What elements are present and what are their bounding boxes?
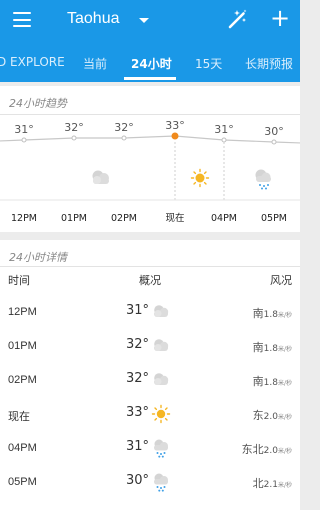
row-wind: 南1.8米/秒: [253, 339, 292, 355]
row-time: 12PM: [8, 306, 37, 318]
temp-point: [21, 137, 27, 143]
tab-15days[interactable]: 15天: [195, 55, 222, 72]
cloudy-icon: [151, 336, 171, 356]
wind-speed: 1.8: [263, 310, 278, 320]
table-row: 04PM 31° 东北2.0米/秒: [0, 434, 300, 468]
wind-unit: 米/秒: [277, 482, 292, 489]
wind-speed: 2.0: [263, 446, 278, 456]
wind-speed: 1.8: [263, 378, 278, 388]
temp-point: [271, 139, 277, 145]
detail-card: 24小时详情 时间 概况 风况 12PM 31° 南1.8米/秒 01PM 32° 南1.…: [0, 240, 300, 510]
tab-current[interactable]: 当前: [83, 55, 107, 72]
wind-direction: 东: [252, 409, 264, 422]
wind-unit: 米/秒: [277, 312, 292, 319]
row-temp: 31°: [125, 439, 149, 454]
temp-point: [221, 137, 227, 143]
row-wind: 南1.8米/秒: [253, 305, 292, 321]
sunny-icon: [190, 168, 210, 188]
temp-label: 30°: [264, 125, 284, 138]
rain-icon: [255, 169, 271, 190]
city-name[interactable]: Taohua: [67, 10, 120, 28]
header-time: 时间: [8, 274, 30, 287]
detail-title: 24小时详情: [9, 251, 67, 264]
wind-direction: 南: [252, 375, 264, 388]
app-bar: Taohua +: [0, 0, 300, 44]
cloudy-icon: [151, 302, 171, 322]
wind-speed: 2.1: [263, 480, 278, 490]
sunny-icon: [151, 404, 171, 424]
trend-card: 24小时趋势 31° 12PM 32° 01PM 32° 02PM 33° 现在…: [0, 86, 300, 232]
wind-direction: 东北: [241, 443, 264, 456]
row-time: 02PM: [8, 374, 37, 386]
time-label: 05PM: [261, 213, 287, 224]
header-wind: 风况: [270, 274, 292, 287]
temperature-line: [0, 135, 300, 144]
row-temp: 33°: [125, 405, 149, 420]
temp-point: [71, 135, 77, 141]
row-wind: 东2.0米/秒: [253, 407, 292, 423]
row-temp: 32°: [125, 337, 149, 352]
wind-direction: 南: [252, 341, 264, 354]
temp-point: [171, 132, 179, 140]
magic-wand-icon[interactable]: [226, 8, 248, 30]
rain-icon: [151, 472, 171, 492]
temp-label: 33°: [165, 119, 185, 132]
temp-point: [121, 135, 127, 141]
wind-direction: 北: [252, 477, 264, 490]
temp-label: 31°: [14, 123, 34, 136]
table-row: 01PM 32° 南1.8米/秒: [0, 332, 300, 366]
wind-unit: 米/秒: [277, 414, 292, 421]
header-condition: 概况: [139, 274, 161, 287]
time-label: 01PM: [61, 213, 87, 224]
active-tab-indicator: [124, 77, 176, 80]
cloudy-icon: [92, 170, 109, 184]
trend-chart: 31° 12PM 32° 01PM 32° 02PM 33° 现在 31° 04PM 30° 05PM: [0, 119, 300, 224]
row-temp: 30°: [125, 473, 149, 488]
wind-unit: 米/秒: [277, 448, 292, 455]
row-time: 现在: [8, 411, 30, 423]
wind-direction: 南: [252, 307, 264, 320]
row-temp: 32°: [125, 371, 149, 386]
row-time: 05PM: [8, 476, 37, 488]
time-label: 02PM: [111, 213, 137, 224]
temp-label: 32°: [64, 121, 84, 134]
wind-speed: 2.0: [263, 412, 278, 422]
row-wind: 南1.8米/秒: [253, 373, 292, 389]
time-label: 04PM: [211, 213, 237, 224]
wind-speed: 1.8: [263, 344, 278, 354]
row-time: 04PM: [8, 442, 37, 454]
wind-unit: 米/秒: [277, 346, 292, 353]
caret-down-icon[interactable]: [139, 18, 149, 23]
temp-label: 32°: [114, 121, 134, 134]
cloudy-icon: [151, 370, 171, 390]
table-row: 05PM 30° 北2.1米/秒: [0, 468, 300, 502]
plus-icon[interactable]: +: [270, 6, 290, 30]
row-wind: 北2.1米/秒: [253, 475, 292, 491]
row-time: 01PM: [8, 340, 37, 352]
row-wind: 东北2.0米/秒: [242, 441, 292, 457]
tab-24h[interactable]: 24小时: [131, 55, 172, 72]
time-label: 现在: [165, 212, 184, 224]
menu-icon[interactable]: [13, 12, 31, 28]
table-row: 现在 33° 东2.0米/秒: [0, 400, 300, 434]
time-label: 12PM: [11, 213, 37, 224]
detail-divider: [0, 266, 300, 267]
wind-unit: 米/秒: [277, 380, 292, 387]
tab-long-term[interactable]: 长期预报: [245, 55, 293, 72]
table-row: 12PM 31° 南1.8米/秒: [0, 298, 300, 332]
temp-label: 31°: [214, 123, 234, 136]
row-temp: 31°: [125, 303, 149, 318]
tab-explore[interactable]: D EXPLORE: [0, 55, 65, 69]
table-row: 02PM 32° 南1.8米/秒: [0, 366, 300, 400]
rain-icon: [151, 438, 171, 458]
